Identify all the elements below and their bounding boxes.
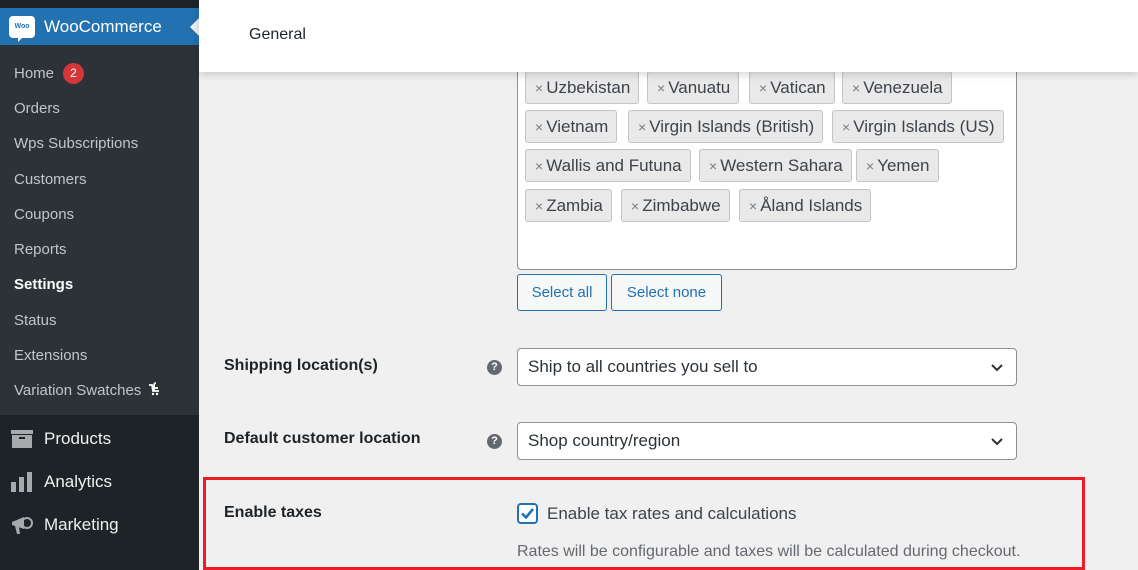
chip-label: Virgin Islands (British)	[649, 116, 815, 136]
chip-label: Åland Islands	[760, 195, 863, 215]
submenu-label: Settings	[14, 276, 74, 293]
shipping-location-label: Shipping location(s)	[224, 357, 378, 374]
woocommerce-logo-icon: Woo	[9, 15, 35, 42]
logo-text: Woo	[14, 23, 30, 30]
country-chip[interactable]: × Venezuela	[842, 71, 952, 104]
remove-icon[interactable]: ×	[759, 80, 767, 96]
submenu-label: Wps Subscriptions	[14, 135, 139, 152]
country-chip[interactable]: × Yemen	[856, 149, 939, 182]
sidebar-item-label: Products	[44, 429, 112, 448]
sidebar-item-woocommerce[interactable]: Woo WooCommerce	[0, 8, 199, 45]
remove-icon[interactable]: ×	[631, 198, 639, 214]
submenu-label: Home	[14, 65, 55, 82]
enable-taxes-label: Enable taxes	[224, 504, 322, 521]
chip-label: Virgin Islands (US)	[853, 116, 995, 136]
specific-countries-multiselect[interactable]: × Uzbekistan × Vanuatu × Vatican × Venezuela…	[517, 40, 1017, 270]
select-value: Shop country/region	[528, 431, 681, 450]
select-none-button[interactable]: Select none	[611, 274, 722, 311]
remove-icon[interactable]: ×	[657, 80, 665, 96]
submenu-item-customers[interactable]: Customers	[14, 171, 87, 188]
chip-label: Vietnam	[546, 116, 609, 136]
country-chip[interactable]: × Zimbabwe	[621, 189, 730, 222]
country-chip[interactable]: × Vatican	[749, 71, 835, 104]
help-icon[interactable]: ?	[487, 360, 502, 375]
chip-label: Zimbabwe	[642, 195, 721, 215]
megaphone-icon	[10, 513, 34, 537]
chip-label: Vanuatu	[668, 77, 731, 97]
remove-icon[interactable]: ×	[866, 158, 874, 174]
country-chip[interactable]: × Vietnam	[525, 110, 618, 143]
remove-icon[interactable]: ×	[749, 198, 757, 214]
country-chip[interactable]: × Uzbekistan	[525, 71, 640, 104]
submenu-label: Status	[14, 312, 57, 329]
select-value: Ship to all countries you sell to	[528, 357, 758, 376]
remove-icon[interactable]: ×	[535, 198, 543, 214]
sidebar-item-label: WooCommerce	[44, 16, 162, 36]
submenu-label: Extensions	[14, 347, 88, 364]
submenu-label: Orders	[14, 100, 60, 117]
submenu-label: Coupons	[14, 206, 75, 223]
select-all-button[interactable]: Select all	[517, 274, 607, 311]
remove-icon[interactable]: ×	[842, 119, 850, 135]
sidebar-item-marketing[interactable]: Marketing	[0, 507, 199, 543]
chip-label: Vatican	[770, 77, 826, 97]
country-chip[interactable]: × Wallis and Futuna	[525, 149, 691, 182]
remove-icon[interactable]: ×	[638, 119, 646, 135]
submenu-label: Customers	[14, 171, 87, 188]
country-chip[interactable]: × Virgin Islands (US)	[832, 110, 1004, 143]
chip-label: Venezuela	[863, 77, 943, 97]
submenu-label: Reports	[14, 241, 67, 258]
bar-chart-icon	[10, 470, 34, 494]
submenu-item-orders[interactable]: Orders	[14, 100, 60, 117]
default-customer-location-label: Default customer location	[224, 430, 421, 447]
shipping-location-select[interactable]: Ship to all countries you sell to	[517, 348, 1017, 386]
chevron-down-icon	[991, 364, 1003, 372]
submenu-item-variation-swatches[interactable]: Variation Swatches	[14, 382, 161, 399]
sidebar-top-strip	[0, 0, 199, 8]
chip-label: Wallis and Futuna	[546, 155, 682, 175]
enable-taxes-checkbox[interactable]	[517, 503, 538, 524]
sidebar-item-analytics[interactable]: Analytics	[0, 464, 199, 500]
country-chip[interactable]: × Western Sahara	[699, 149, 852, 182]
page-header: General	[199, 0, 1138, 72]
submenu-item-status[interactable]: Status	[14, 312, 57, 329]
swatches-cart-icon	[147, 382, 161, 399]
page-title: General	[249, 26, 306, 43]
default-customer-location-select[interactable]: Shop country/region	[517, 422, 1017, 460]
remove-icon[interactable]: ×	[852, 80, 860, 96]
remove-icon[interactable]: ×	[535, 158, 543, 174]
remove-icon[interactable]: ×	[535, 80, 543, 96]
remove-icon[interactable]: ×	[535, 119, 543, 135]
chip-label: Uzbekistan	[546, 77, 631, 97]
country-chip[interactable]: × Virgin Islands (British)	[628, 110, 824, 143]
chip-label: Western Sahara	[720, 155, 843, 175]
submenu-item-wps-subscriptions[interactable]: Wps Subscriptions	[14, 135, 138, 152]
submenu-label: Variation Swatches	[14, 382, 142, 399]
submenu-item-coupons[interactable]: Coupons	[14, 206, 74, 223]
checkmark-icon	[521, 508, 535, 520]
country-chip[interactable]: × Vanuatu	[647, 71, 740, 104]
chevron-down-icon	[991, 438, 1003, 446]
admin-sidebar: Woo WooCommerce Home 2 Orders Wps Subscr…	[0, 0, 199, 570]
submenu-item-extensions[interactable]: Extensions	[14, 347, 87, 364]
current-menu-arrow	[190, 18, 199, 36]
submenu-item-home[interactable]: Home 2	[14, 63, 85, 84]
submenu-item-settings[interactable]: Settings	[14, 276, 73, 293]
enable-taxes-description: Rates will be configurable and taxes wil…	[517, 543, 1021, 560]
remove-icon[interactable]: ×	[709, 158, 717, 174]
notification-badge: 2	[63, 63, 85, 84]
archive-box-icon	[10, 427, 34, 451]
country-chip[interactable]: × Zambia	[525, 189, 612, 222]
sidebar-item-label: Analytics	[44, 472, 113, 491]
enable-taxes-checkbox-label[interactable]: Enable tax rates and calculations	[547, 504, 797, 524]
chip-label: Yemen	[877, 155, 930, 175]
help-icon[interactable]: ?	[487, 434, 502, 449]
country-chip[interactable]: × Åland Islands	[739, 189, 872, 222]
sidebar-item-products[interactable]: Products	[0, 421, 199, 457]
submenu-item-reports[interactable]: Reports	[14, 241, 67, 258]
chip-label: Zambia	[546, 195, 603, 215]
sidebar-item-label: Marketing	[44, 515, 119, 534]
woocommerce-submenu: Home 2 Orders Wps Subscriptions Customer…	[0, 45, 199, 415]
